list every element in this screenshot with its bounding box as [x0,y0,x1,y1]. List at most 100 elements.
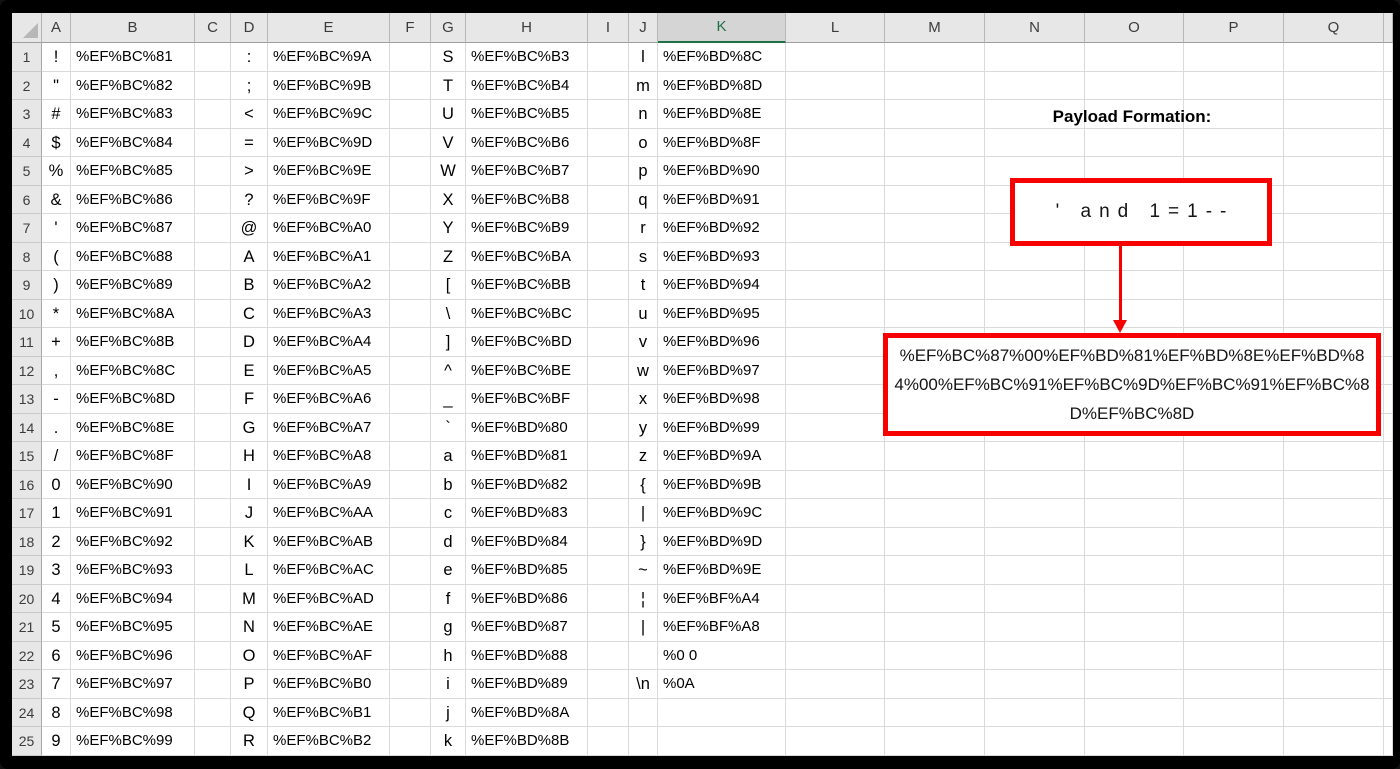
row-header-1[interactable]: 1 [12,43,42,72]
cell-F25[interactable] [390,727,431,756]
cell-C6[interactable] [195,185,231,214]
cell-K4[interactable]: %EF%BD%8F [658,128,786,157]
cell-B10[interactable]: %EF%BC%8A [71,299,195,328]
cell-J5[interactable]: p [629,157,658,186]
cell-L4[interactable] [786,128,885,157]
cell-F16[interactable] [390,470,431,499]
cell-F11[interactable] [390,328,431,357]
cell-E12[interactable]: %EF%BC%A5 [268,356,390,385]
cell-K23[interactable]: %0A [658,670,786,699]
cell-H14[interactable]: %EF%BD%80 [466,413,588,442]
cell-G17[interactable]: c [431,499,466,528]
cell-D9[interactable]: B [231,271,268,300]
cell-O21[interactable] [1085,613,1184,642]
row-header-14[interactable]: 14 [12,413,42,442]
cell-C2[interactable] [195,71,231,100]
cell-O23[interactable] [1085,670,1184,699]
cell-Q24[interactable] [1284,698,1384,727]
cell-P15[interactable] [1184,442,1284,471]
cell-J20[interactable]: ¦ [629,584,658,613]
cell-J6[interactable]: q [629,185,658,214]
cell-A14[interactable]: . [42,413,71,442]
cell-partial-12[interactable] [1384,356,1393,385]
cell-E6[interactable]: %EF%BC%9F [268,185,390,214]
cell-J9[interactable]: t [629,271,658,300]
cell-L6[interactable] [786,185,885,214]
cell-L3[interactable] [786,100,885,129]
cell-C18[interactable] [195,527,231,556]
cell-M24[interactable] [885,698,985,727]
cell-I18[interactable] [588,527,629,556]
cell-partial-8[interactable] [1384,242,1393,271]
cell-J21[interactable]: | [629,613,658,642]
cell-E17[interactable]: %EF%BC%AA [268,499,390,528]
cell-M1[interactable] [885,43,985,72]
cell-H9[interactable]: %EF%BC%BB [466,271,588,300]
row-header-23[interactable]: 23 [12,670,42,699]
cell-O22[interactable] [1085,641,1184,670]
column-header-F[interactable]: F [390,13,431,43]
cell-H18[interactable]: %EF%BD%84 [466,527,588,556]
cell-P17[interactable] [1184,499,1284,528]
cell-A12[interactable]: , [42,356,71,385]
cell-N24[interactable] [985,698,1085,727]
cell-A8[interactable]: ( [42,242,71,271]
cell-H3[interactable]: %EF%BC%B5 [466,100,588,129]
cell-K20[interactable]: %EF%BF%A4 [658,584,786,613]
cell-O24[interactable] [1085,698,1184,727]
cell-K17[interactable]: %EF%BD%9C [658,499,786,528]
cell-B17[interactable]: %EF%BC%91 [71,499,195,528]
cell-partial-16[interactable] [1384,470,1393,499]
cell-Q4[interactable] [1284,128,1384,157]
cell-J18[interactable]: } [629,527,658,556]
cell-N19[interactable] [985,556,1085,585]
cell-F9[interactable] [390,271,431,300]
cell-J2[interactable]: m [629,71,658,100]
cell-E13[interactable]: %EF%BC%A6 [268,385,390,414]
cell-E16[interactable]: %EF%BC%A9 [268,470,390,499]
cell-D4[interactable]: = [231,128,268,157]
cell-C12[interactable] [195,356,231,385]
cell-I5[interactable] [588,157,629,186]
cell-L12[interactable] [786,356,885,385]
column-header-J[interactable]: J [629,13,658,43]
row-header-15[interactable]: 15 [12,442,42,471]
cell-E3[interactable]: %EF%BC%9C [268,100,390,129]
cell-partial-15[interactable] [1384,442,1393,471]
cell-G8[interactable]: Z [431,242,466,271]
cell-D8[interactable]: A [231,242,268,271]
cell-E15[interactable]: %EF%BC%A8 [268,442,390,471]
row-header-4[interactable]: 4 [12,128,42,157]
cell-O16[interactable] [1085,470,1184,499]
cell-B1[interactable]: %EF%BC%81 [71,43,195,72]
cell-G7[interactable]: Y [431,214,466,243]
cell-I21[interactable] [588,613,629,642]
cell-J19[interactable]: ~ [629,556,658,585]
cell-F23[interactable] [390,670,431,699]
cell-G25[interactable]: k [431,727,466,756]
cell-F13[interactable] [390,385,431,414]
cell-K24[interactable] [658,698,786,727]
cell-L23[interactable] [786,670,885,699]
cell-G21[interactable]: g [431,613,466,642]
cell-K12[interactable]: %EF%BD%97 [658,356,786,385]
cell-A9[interactable]: ) [42,271,71,300]
cell-L7[interactable] [786,214,885,243]
cell-D10[interactable]: C [231,299,268,328]
cell-M20[interactable] [885,584,985,613]
cell-B15[interactable]: %EF%BC%8F [71,442,195,471]
cell-D2[interactable]: ; [231,71,268,100]
row-header-16[interactable]: 16 [12,470,42,499]
cell-M23[interactable] [885,670,985,699]
cell-O9[interactable] [1085,271,1184,300]
cell-L22[interactable] [786,641,885,670]
cell-partial-10[interactable] [1384,299,1393,328]
cell-D3[interactable]: < [231,100,268,129]
cell-O1[interactable] [1085,43,1184,72]
cell-N15[interactable] [985,442,1085,471]
cell-C19[interactable] [195,556,231,585]
cell-M9[interactable] [885,271,985,300]
cell-F15[interactable] [390,442,431,471]
cell-A19[interactable]: 3 [42,556,71,585]
cell-L11[interactable] [786,328,885,357]
